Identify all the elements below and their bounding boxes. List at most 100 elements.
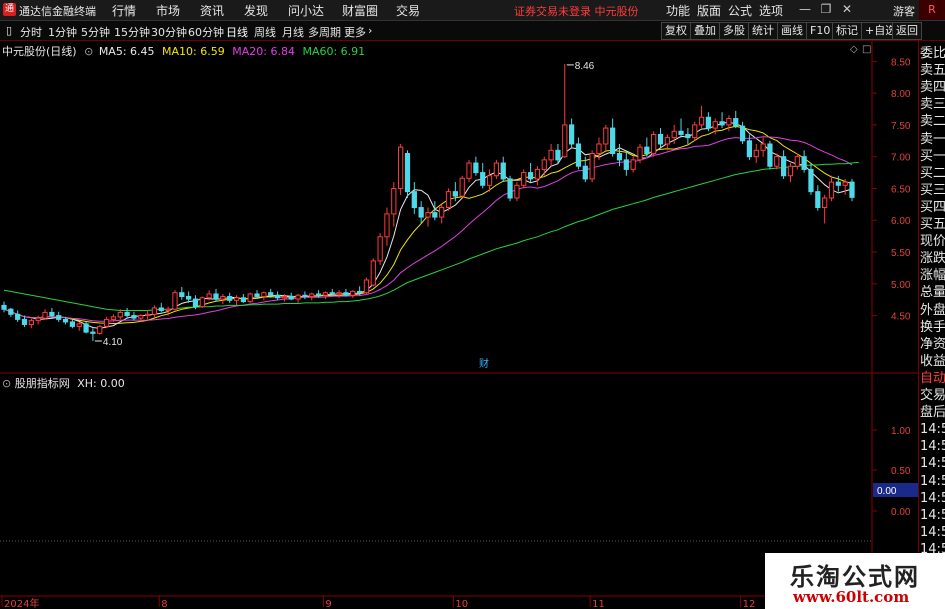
y-tick-label: 6.50 [891, 184, 911, 195]
sub-dropdown-icon[interactable]: ⊙ [2, 377, 11, 390]
candle-body [753, 149, 759, 158]
side-label: 盘后 [920, 405, 945, 421]
side-label: 自动 [920, 370, 945, 386]
candle-body [459, 177, 465, 197]
mark-button[interactable]: 标记 [832, 22, 862, 40]
menu-trade[interactable]: 交易 [396, 2, 420, 19]
candle-body [664, 137, 670, 145]
period-tab-1min[interactable]: 1分钟 [48, 24, 77, 40]
ma10-label: MA10: 6.59 [162, 45, 225, 58]
candle-body [657, 133, 664, 145]
stock-name[interactable]: 中元股份(日线) [2, 45, 77, 58]
side-label: 净资 [920, 336, 945, 352]
back-button[interactable]: 返回 [892, 22, 922, 40]
menu-wealth[interactable]: 财富圈 [342, 2, 378, 19]
period-tab-60min[interactable]: 60分钟 [188, 24, 224, 40]
y-tick-label: 5.50 [891, 248, 911, 259]
candle-body [343, 292, 349, 296]
candle-body [322, 292, 329, 296]
period-tab-15min[interactable]: 15分钟 [114, 24, 150, 40]
y-tick-label: 5.00 [891, 280, 911, 291]
guest-label[interactable]: 游客 [893, 3, 915, 19]
candle-body [384, 213, 390, 238]
candle-body [151, 307, 158, 315]
candle-body [97, 325, 103, 334]
period-tab-more[interactable]: 更多 [344, 24, 366, 40]
y-tick-label: 8.50 [891, 57, 911, 68]
side-label: 总量 [920, 285, 945, 301]
side-label: 涨幅 [920, 268, 945, 284]
indicator-name[interactable]: 股朋指标网 [15, 377, 70, 390]
candle-body [480, 172, 486, 186]
candle-body [411, 191, 417, 209]
candle-body [432, 212, 438, 218]
more-chevron-icon[interactable]: › [368, 24, 372, 37]
low-price-label: 4.10 [103, 337, 123, 348]
candle-body [398, 146, 404, 189]
y-tick-label: 7.50 [891, 121, 911, 132]
menu-quotes[interactable]: 行情 [112, 2, 136, 19]
side-toggle-button[interactable]: R [919, 0, 945, 20]
menu-layout[interactable]: 版面 [697, 2, 721, 19]
period-tab-daily[interactable]: 日线 [226, 24, 248, 40]
dropdown-icon[interactable]: ⊙ [84, 45, 93, 58]
expand-icon[interactable]: □ [862, 44, 871, 55]
menu-news[interactable]: 资讯 [200, 2, 224, 19]
menu-market[interactable]: 市场 [156, 2, 180, 19]
login-notice[interactable]: 证券交易未登录 中元股份 [514, 3, 639, 19]
period-tab-monthly[interactable]: 月线 [282, 24, 304, 40]
candle-body [746, 140, 753, 158]
candle-body [787, 165, 794, 177]
period-tab-30min[interactable]: 30分钟 [151, 24, 187, 40]
menu-ask[interactable]: 问小达 [288, 2, 324, 19]
candle-body [712, 121, 718, 129]
candle-body [726, 118, 732, 126]
candle-body [521, 172, 527, 186]
ma-line-ma20 [3, 136, 853, 322]
menu-function[interactable]: 功能 [666, 2, 690, 19]
adjust-button[interactable]: 复权 [661, 22, 691, 40]
candle-body [562, 124, 568, 158]
chart-mode-icon[interactable]: ▯ [6, 24, 12, 37]
candle-body [733, 118, 739, 127]
f10-button[interactable]: F10 [806, 22, 835, 40]
candle-body [8, 308, 14, 315]
menu-formula[interactable]: 公式 [728, 2, 752, 19]
candle-body [227, 296, 233, 301]
candle-body [309, 293, 315, 298]
candle-body [35, 317, 41, 322]
period-tab-weekly[interactable]: 周线 [254, 24, 276, 40]
finance-marker[interactable]: 财 [479, 357, 489, 370]
menu-discover[interactable]: 发现 [244, 2, 268, 19]
candle-body [445, 191, 452, 209]
candle-body [794, 156, 800, 167]
candle-body [418, 207, 424, 218]
close-icon[interactable]: ✕ [837, 1, 857, 18]
high-price-label: 8.46 [575, 61, 595, 72]
candle-body [719, 121, 725, 126]
indicator-value: XH: 0.00 [77, 377, 125, 390]
side-label: 卖四 [920, 80, 945, 96]
minimize-icon[interactable]: — [795, 1, 815, 18]
app-logo-icon: 通 [3, 3, 16, 16]
multi-stock-button[interactable]: 多股 [719, 22, 749, 40]
candle-body [21, 318, 28, 325]
period-tab-multi[interactable]: 多周期 [308, 24, 341, 40]
candle-body [179, 292, 185, 298]
candle-body [835, 181, 841, 186]
overlay-button[interactable]: 叠加 [690, 22, 720, 40]
draw-button[interactable]: 画线 [777, 22, 807, 40]
ma-line-ma60 [3, 161, 859, 311]
side-label: 买四 [920, 199, 945, 215]
candle-body [815, 191, 821, 209]
x-tick-label: 2024年 [4, 597, 39, 609]
side-label: 14:56 [920, 507, 945, 523]
restore-icon[interactable]: ❐ [816, 1, 836, 18]
candle-body [302, 294, 308, 298]
kline-chart[interactable]: 8.50 8.00 7.50 7.00 6.50 6.00 5.50 5.00 4.50 1.0… [0, 41, 918, 609]
period-tab-tick[interactable]: 分时 [20, 24, 42, 40]
stats-button[interactable]: 统计 [748, 22, 778, 40]
diamond-icon[interactable]: ◇ [850, 44, 858, 55]
period-tab-5min[interactable]: 5分钟 [81, 24, 110, 40]
menu-options[interactable]: 选项 [759, 2, 783, 19]
